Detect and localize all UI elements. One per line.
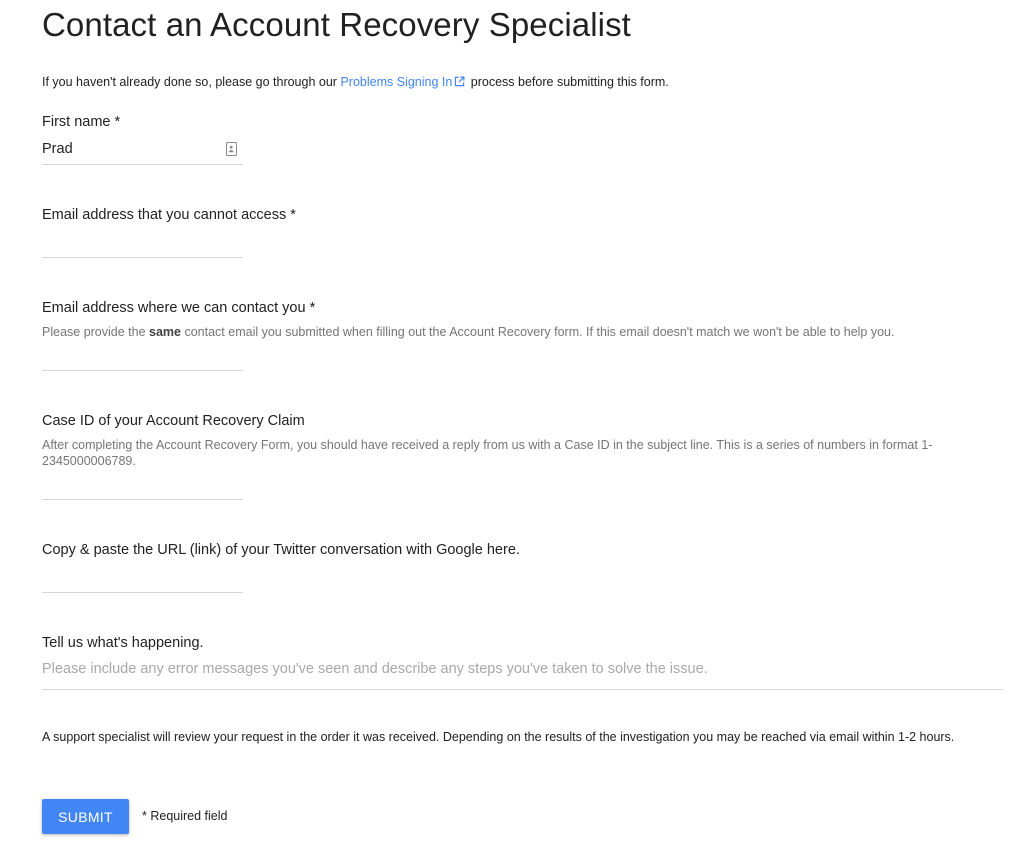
- first-name-label: First name *: [42, 114, 121, 130]
- case-id-field-wrapper: [42, 471, 243, 500]
- email-cannot-access-label: Email address that you cannot access *: [42, 207, 296, 223]
- problems-signing-in-link[interactable]: Problems Signing In: [340, 75, 467, 89]
- twitter-url-field-wrapper: [42, 564, 243, 593]
- recovery-form-page: Contact an Account Recovery Specialist I…: [42, 0, 1004, 860]
- case-id-help: After completing the Account Recovery Fo…: [42, 438, 933, 468]
- twitter-url-label: Copy & paste the URL (link) of your Twit…: [42, 542, 520, 558]
- contact-email-help-after: contact email you submitted when filling…: [181, 325, 895, 339]
- first-name-input[interactable]: [42, 136, 212, 162]
- first-name-field-wrapper: [42, 136, 243, 165]
- intro-text-after: process before submitting this form.: [467, 75, 669, 89]
- contact-email-help: Please provide the same contact email yo…: [42, 324, 977, 340]
- intro-text: If you haven't already done so, please g…: [42, 75, 669, 90]
- external-link-icon: [454, 76, 465, 90]
- case-id-input[interactable]: [42, 471, 212, 497]
- happening-field-wrapper: [42, 659, 1004, 690]
- submit-button[interactable]: SUBMIT: [42, 799, 129, 834]
- happening-textarea[interactable]: [42, 661, 992, 685]
- contact-email-help-before: Please provide the: [42, 325, 150, 339]
- contact-email-label: Email address where we can contact you *: [42, 300, 316, 316]
- happening-label: Tell us what's happening.: [42, 635, 204, 651]
- contact-email-field-wrapper: [42, 342, 243, 371]
- email-cannot-access-input[interactable]: [42, 229, 212, 255]
- problems-signing-in-link-label: Problems Signing In: [340, 75, 453, 89]
- page-title: Contact an Account Recovery Specialist: [42, 6, 631, 43]
- email-cannot-access-field-wrapper: [42, 229, 243, 258]
- contact-card-icon[interactable]: [226, 142, 237, 156]
- case-id-label: Case ID of your Account Recovery Claim: [42, 413, 305, 429]
- contact-email-input[interactable]: [42, 342, 212, 368]
- twitter-url-input[interactable]: [42, 564, 212, 590]
- contact-email-help-bold: same: [149, 325, 181, 339]
- required-field-note: * Required field: [142, 809, 228, 823]
- review-notice: A support specialist will review your re…: [42, 730, 955, 744]
- intro-text-before: If you haven't already done so, please g…: [42, 75, 341, 89]
